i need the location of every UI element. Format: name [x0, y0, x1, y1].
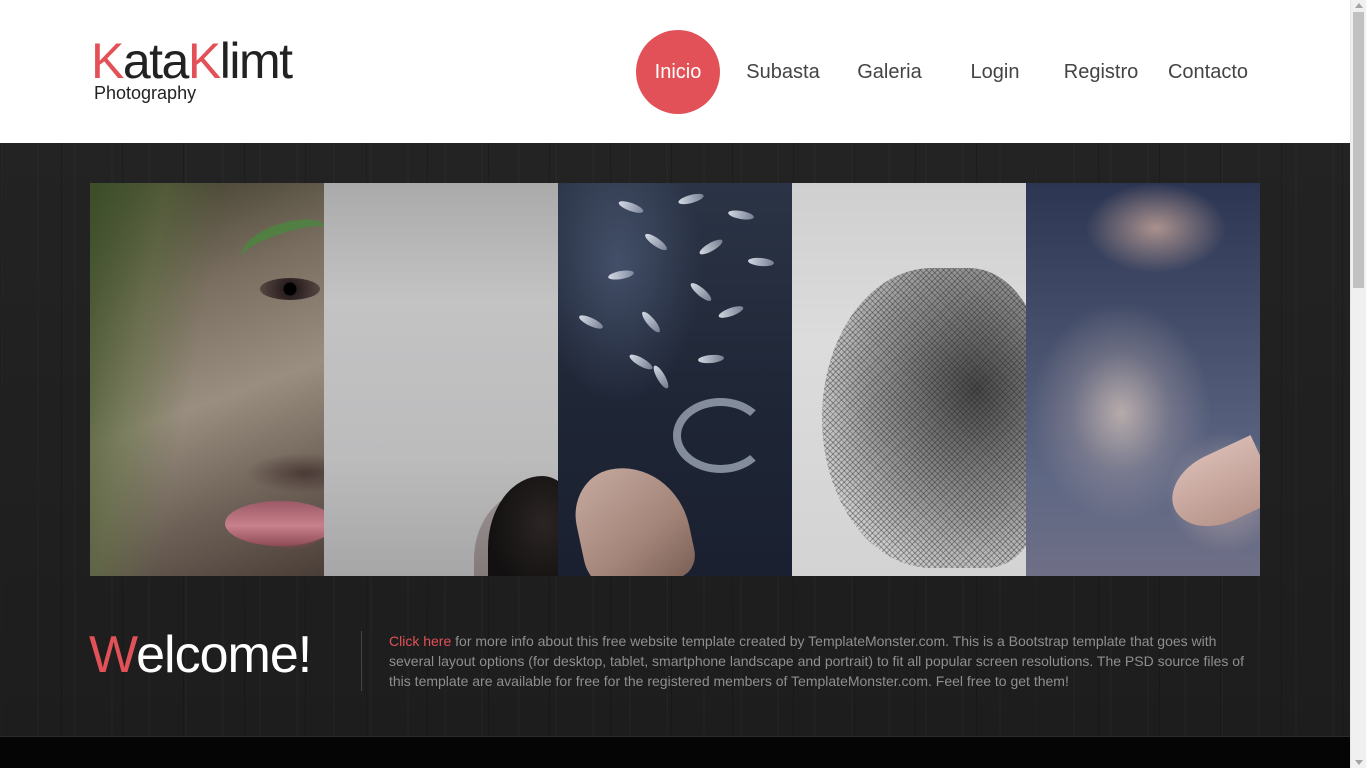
photo-detail [1159, 435, 1260, 541]
photo-detail [617, 198, 645, 216]
photo-detail [747, 256, 775, 268]
photo-gallery [90, 183, 1260, 576]
main-content: Welcome! Click here for more info about … [0, 143, 1350, 736]
nav-item-login[interactable]: Login [965, 30, 1025, 114]
gallery-photo-face[interactable] [90, 183, 324, 576]
welcome-rest: elcome! [136, 626, 312, 684]
scrollbar-thumb[interactable] [1353, 12, 1364, 288]
photo-detail [677, 191, 705, 207]
main-nav: Inicio Subasta Galeria Login Registro Co… [0, 0, 1350, 143]
photo-detail [697, 237, 725, 257]
photo-detail [260, 278, 320, 300]
photo-detail [627, 352, 655, 372]
photo-detail [643, 231, 669, 253]
vertical-divider [361, 631, 362, 691]
gallery-photo-veil[interactable] [792, 183, 1026, 576]
intro-body: for more info about this free website te… [389, 633, 1244, 689]
photo-detail [727, 208, 755, 222]
gallery-photo-shoulder[interactable] [324, 183, 558, 576]
nav-item-contacto[interactable]: Contacto [1163, 30, 1253, 114]
photo-detail [697, 353, 725, 365]
photo-detail [577, 312, 605, 332]
photo-detail [639, 309, 663, 335]
photo-detail [651, 363, 671, 391]
photo-detail [673, 398, 768, 473]
scroll-down-arrow-icon[interactable] [1355, 760, 1363, 765]
photo-detail [488, 476, 558, 576]
nav-item-galeria[interactable]: Galeria [852, 30, 927, 114]
gallery-photo-feathers[interactable] [558, 183, 792, 576]
intro-text: Click here for more info about this free… [389, 631, 1249, 691]
photo-detail [822, 268, 1026, 568]
photo-detail [566, 455, 700, 576]
gallery-photo-clouds[interactable] [1026, 183, 1260, 576]
scroll-up-arrow-icon[interactable] [1355, 3, 1363, 8]
welcome-heading: Welcome! [89, 626, 312, 684]
footer-bar [0, 736, 1350, 768]
click-here-link[interactable]: Click here [389, 633, 451, 649]
photo-detail [225, 501, 324, 546]
nav-item-registro[interactable]: Registro [1061, 30, 1141, 114]
vertical-scrollbar[interactable] [1350, 0, 1366, 768]
nav-item-subasta[interactable]: Subasta [743, 30, 823, 114]
photo-detail [717, 303, 745, 321]
photo-detail [236, 210, 324, 276]
photo-detail [688, 280, 714, 304]
welcome-initial: W [89, 626, 137, 684]
site-header: KataKlimt Photography Inicio Subasta Gal… [0, 0, 1350, 143]
nav-item-inicio[interactable]: Inicio [636, 30, 720, 114]
photo-detail [607, 268, 635, 282]
